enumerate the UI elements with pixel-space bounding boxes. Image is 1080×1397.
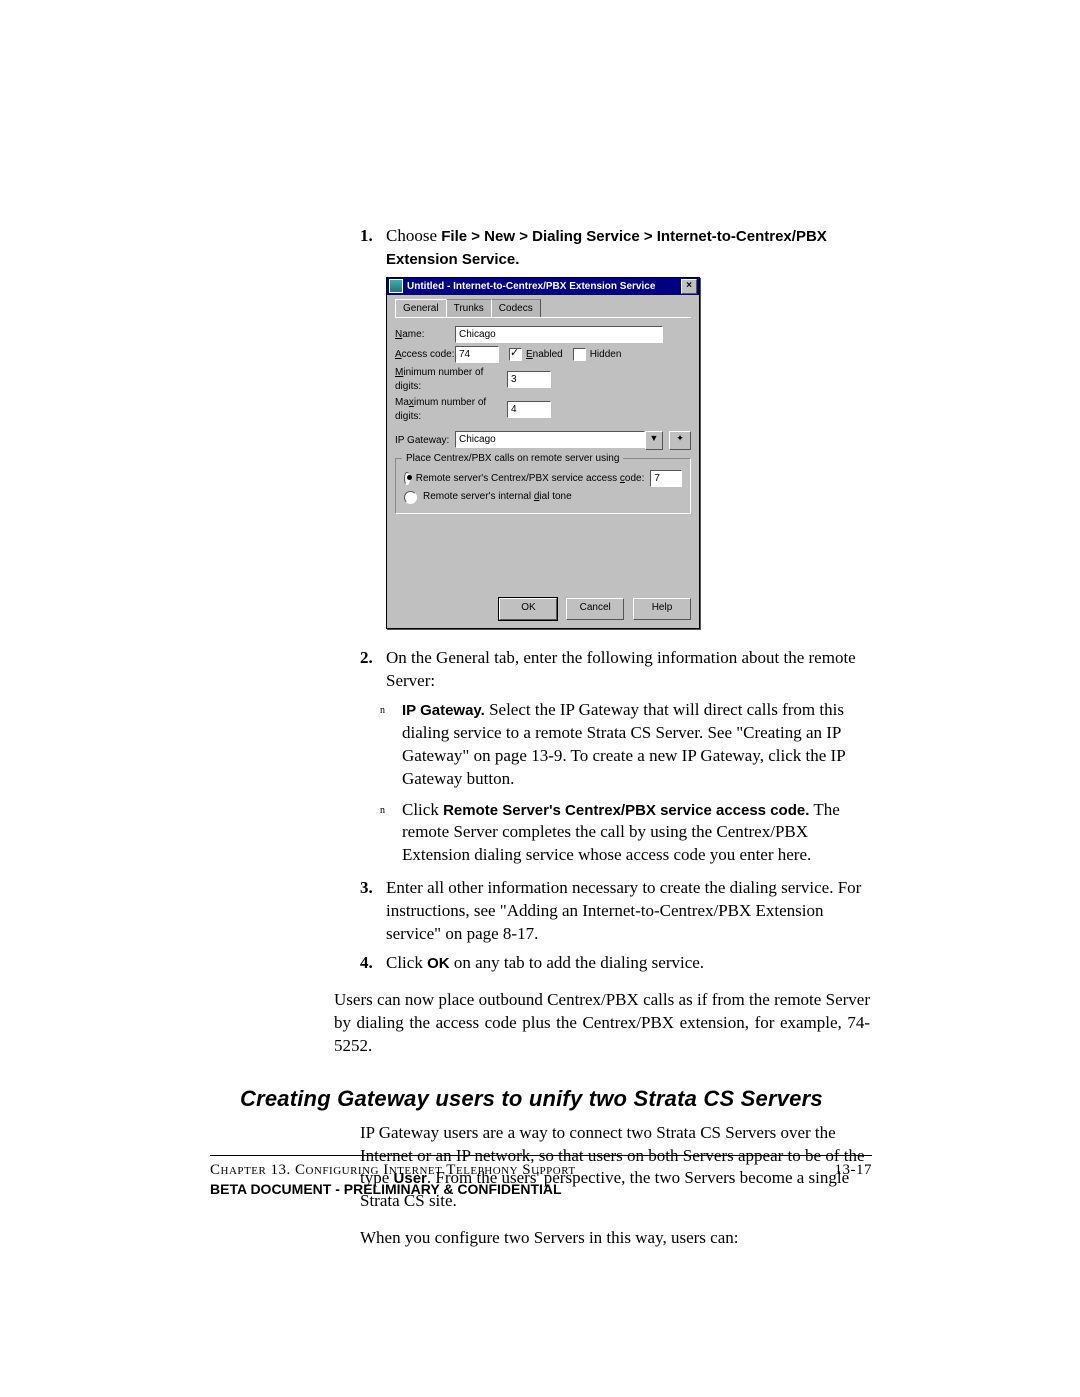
radio-dial-tone[interactable] [404,491,417,504]
dialog-window: Untitled - Internet-to-Centrex/PBX Exten… [386,277,700,629]
step-body: Enter all other information necessary to… [386,877,870,946]
bullet-mark: n [380,699,402,791]
remote-call-group: Place Centrex/PBX calls on remote server… [395,458,691,514]
tab-trunks[interactable]: Trunks [446,299,492,318]
step-body: On the General tab, enter the following … [386,647,870,693]
hidden-checkbox[interactable] [573,348,586,361]
step-body: Click OK on any tab to add the dialing s… [386,952,870,975]
title-bar: Untitled - Internet-to-Centrex/PBX Exten… [387,278,699,295]
radio-access-code[interactable] [404,472,410,485]
section-heading: Creating Gateway users to unify two Stra… [240,1084,870,1114]
radio-dial-tone-label: Remote server's internal dial tone [423,490,572,504]
bullet-mark: n [380,799,402,868]
min-digits-label: Minimum number of digits: [395,366,507,393]
name-input[interactable]: Chicago [455,326,663,343]
s4-rest: on any tab to add the dialing service. [450,953,704,972]
enabled-checkbox[interactable] [509,348,522,361]
remote-access-code-input[interactable]: 7 [650,470,682,487]
s4-pre: Click [386,953,427,972]
step-3: 3. Enter all other information necessary… [360,877,870,946]
radio-access-code-label: Remote server's Centrex/PBX service acce… [416,472,645,486]
ip-gateway-value: Chicago [455,431,645,448]
cancel-button[interactable]: Cancel [566,598,624,620]
access-code-input[interactable]: 74 [455,346,499,363]
step-4: 4. Click OK on any tab to add the dialin… [360,952,870,975]
window-icon [389,279,403,293]
ip-gateway-select[interactable]: Chicago ▼ [455,431,663,450]
step1-bold: File > New > Dialing Service > Internet-… [386,228,827,268]
tab-general[interactable]: General [395,299,447,318]
footer-page: 13-17 [835,1162,873,1179]
help-button[interactable]: Help [633,598,691,620]
sub-body: Click Remote Server's Centrex/PBX servic… [402,799,870,868]
step-2a: n IP Gateway. Select the IP Gateway that… [380,699,870,791]
s2b-pre: Click [402,800,443,819]
footer-confidential: BETA DOCUMENT - PRELIMINARY & CONFIDENTI… [210,1181,872,1197]
tab-codecs[interactable]: Codecs [491,299,541,318]
access-label: Access code: [395,348,455,362]
ip-gateway-bold: IP Gateway. [402,702,485,719]
ip-gateway-button[interactable]: ✦ [669,431,691,450]
close-icon[interactable]: × [681,279,697,294]
ok-button[interactable]: OK [499,598,557,620]
s4-bold: OK [427,955,450,972]
enabled-label: Enabled [526,348,563,362]
tab-strip: General Trunks Codecs [395,299,691,319]
configure-para: When you configure two Servers in this w… [360,1227,870,1250]
step-2: 2. On the General tab, enter the followi… [360,647,870,693]
name-label: Name: [395,328,455,342]
s2b-bold: Remote Server's Centrex/PBX service acce… [443,802,809,819]
page-footer: Chapter 13. Configuring Internet Telepho… [210,1155,872,1197]
gateway-label: IP Gateway: [395,434,455,448]
max-digits-input[interactable]: 4 [507,401,551,418]
min-digits-input[interactable]: 3 [507,371,551,388]
hidden-label: Hidden [590,348,622,362]
step-2b: n Click Remote Server's Centrex/PBX serv… [380,799,870,868]
step-body: Choose File > New > Dialing Service > In… [386,225,870,271]
step-number: 2. [360,647,386,693]
chevron-down-icon[interactable]: ▼ [645,431,663,450]
footer-chapter: Chapter 13. Configuring Internet Telepho… [210,1162,576,1179]
outbound-para: Users can now place outbound Centrex/PBX… [334,989,870,1058]
step-number: 4. [360,952,386,975]
window-title: Untitled - Internet-to-Centrex/PBX Exten… [407,280,655,294]
step-number: 3. [360,877,386,946]
sub-body: IP Gateway. Select the IP Gateway that w… [402,699,870,791]
max-digits-label: Maximum number of digits: [395,396,507,423]
step1-pre: Choose [386,226,441,245]
step-1: 1. Choose File > New > Dialing Service >… [360,225,870,271]
dialog-buttons: OK Cancel Help [387,592,699,628]
group-title: Place Centrex/PBX calls on remote server… [402,452,623,466]
step-number: 1. [360,225,386,271]
